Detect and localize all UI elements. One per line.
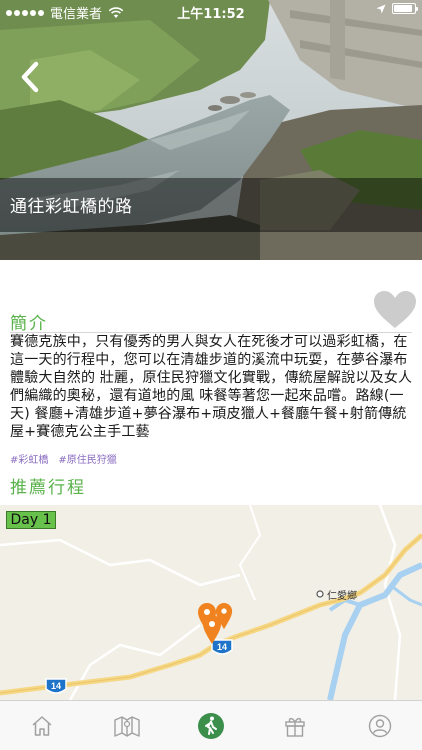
status-right <box>376 3 418 14</box>
map-icon <box>113 715 140 737</box>
route-shield-label: 14 <box>51 681 61 691</box>
tab-bar <box>0 700 422 750</box>
map-marker-icon[interactable] <box>202 615 222 645</box>
location-arrow-icon <box>376 4 386 13</box>
tag-list: #彩虹橋 #原住民狩獵 <box>10 451 117 466</box>
recommend-heading: 推薦行程 <box>10 478 86 498</box>
tab-gifts[interactable] <box>271 702 319 750</box>
home-icon <box>32 715 52 736</box>
gift-icon <box>285 717 306 737</box>
hero-title-bar: 通往彩虹橋的路 <box>0 178 422 232</box>
chevron-left-icon <box>21 61 39 93</box>
map-place-label: 仁愛鄉 <box>327 591 357 602</box>
favorite-button[interactable] <box>373 290 417 330</box>
heart-icon <box>374 291 416 328</box>
tag-indigenous-hunting[interactable]: #原住民狩獵 <box>58 451 116 466</box>
tab-profile[interactable] <box>356 702 404 750</box>
page-title: 通往彩虹橋的路 <box>10 197 133 217</box>
status-time: 上午11:52 <box>177 7 245 22</box>
tab-map[interactable] <box>103 702 151 750</box>
status-bar: 電信業者 上午11:52 <box>0 0 422 22</box>
intro-heading: 簡介 <box>10 314 48 334</box>
tag-rainbow-bridge[interactable]: #彩虹橋 <box>10 451 48 466</box>
profile-icon <box>368 714 391 737</box>
hero-photo: 通往彩虹橋的路 <box>0 0 422 260</box>
day-label: Day 1 <box>6 511 56 529</box>
route-map[interactable]: 14 14 <box>0 505 422 700</box>
route-shield-icon: 14 <box>45 678 67 694</box>
intro-description: 賽德克族中，只有優秀的男人與女人在死後才可以過彩虹橋，在這一天的行程中，您可以在… <box>10 334 413 440</box>
battery-icon <box>392 3 418 14</box>
back-button[interactable] <box>14 60 48 94</box>
hiking-icon <box>197 712 224 739</box>
tab-itinerary[interactable] <box>187 702 235 750</box>
tab-home[interactable] <box>18 702 66 750</box>
